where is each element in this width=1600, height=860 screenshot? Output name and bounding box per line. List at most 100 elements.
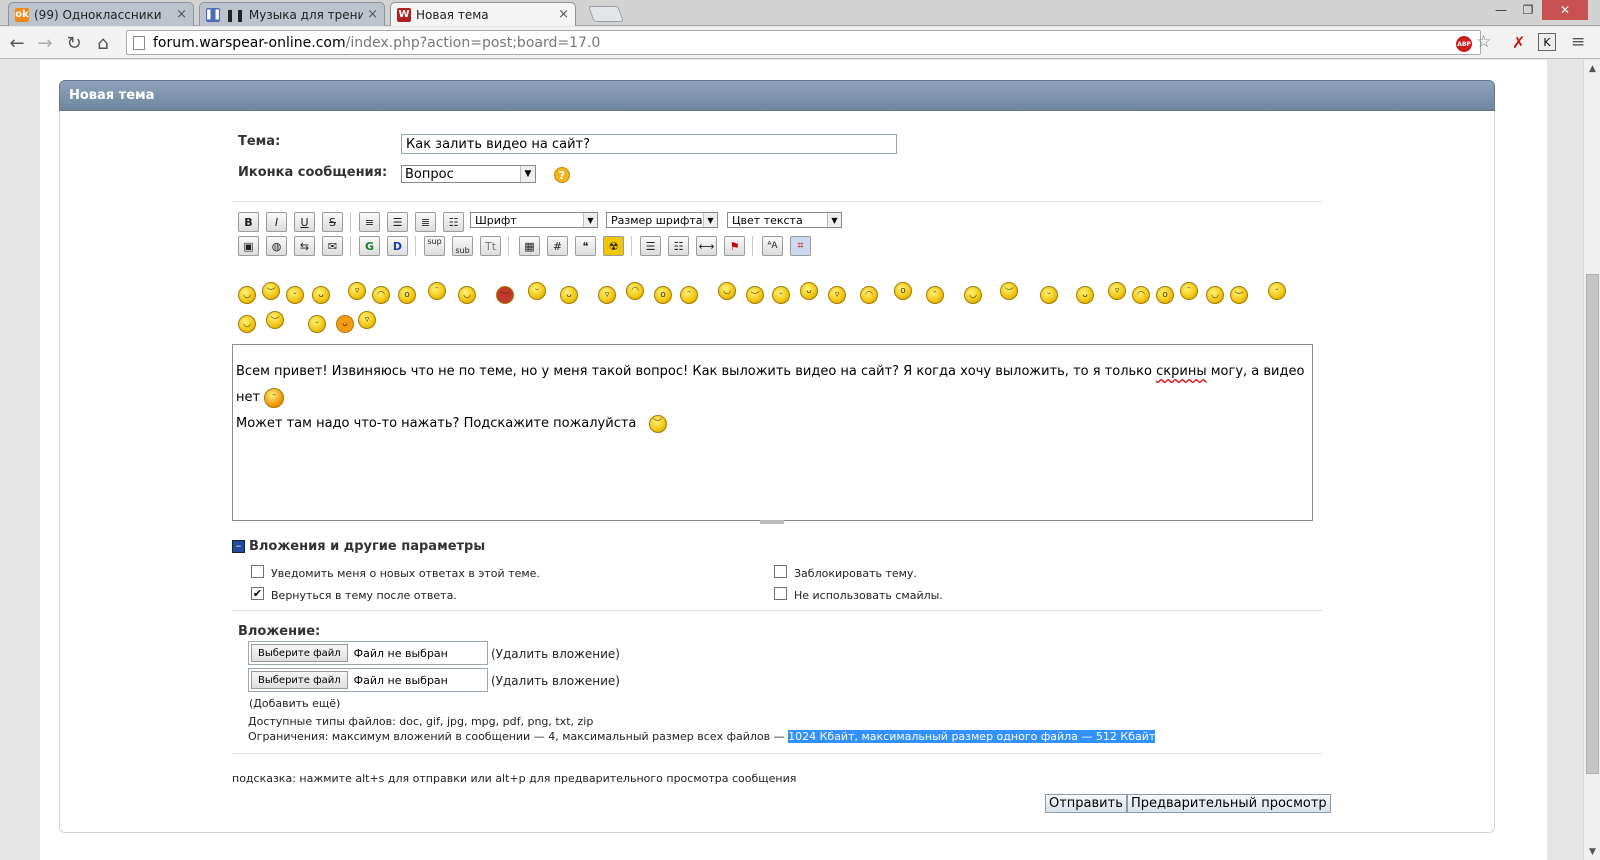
text-color-select[interactable]: Цвет текста ▼ (727, 212, 842, 228)
smiley-icon[interactable]: ◠ (372, 286, 390, 304)
quote-button[interactable]: ❝ (575, 236, 596, 256)
italic-button[interactable]: I (266, 212, 287, 232)
smiley-icon[interactable]: o (894, 282, 912, 300)
smiley-icon[interactable]: ◡ (458, 286, 476, 304)
remove-attachment-link[interactable]: (Удалить вложение) (491, 647, 620, 661)
menu-icon[interactable]: ≡ (1571, 32, 1585, 52)
align-left-button[interactable]: ☰ (387, 212, 408, 232)
smiley-icon[interactable]: ᵕ (286, 286, 304, 304)
address-bar[interactable]: forum.warspear-online.com /index.php?act… (126, 30, 1481, 55)
toggle-view-button[interactable]: ⌗ (790, 236, 811, 256)
shadow-button[interactable]: D (387, 236, 408, 256)
adblock-icon[interactable]: ABP (1456, 36, 1472, 52)
smiley-icon[interactable]: ◡ (1206, 286, 1224, 304)
restore-button[interactable]: ❐ (1515, 0, 1541, 20)
reload-icon[interactable]: ↻ (61, 31, 87, 55)
remove-attachment-link[interactable]: (Удалить вложение) (491, 674, 620, 688)
smiley-icon[interactable]: ◡ (718, 282, 736, 300)
email-button[interactable]: ✉ (322, 236, 343, 256)
home-icon[interactable]: ⌂ (90, 31, 116, 55)
subject-input[interactable]: Как залить видео на сайт? (401, 134, 897, 154)
smiley-icon[interactable]: ▿ (598, 286, 616, 304)
smiley-icon[interactable]: ︶ (746, 286, 764, 304)
smiley-icon[interactable]: ᵔ (1180, 282, 1198, 300)
smiley-icon[interactable]: ᴗ (336, 315, 354, 333)
smiley-icon[interactable]: ᵕ (528, 282, 546, 300)
code-button[interactable]: # (547, 236, 568, 256)
smiley-icon[interactable]: ᵕ (1040, 286, 1058, 304)
lock-checkbox[interactable] (774, 565, 787, 578)
smiley-icon[interactable]: ◠ (1132, 286, 1150, 304)
flash-button[interactable]: ▣ (238, 236, 259, 256)
font-face-button[interactable]: ᴬA (762, 236, 783, 256)
horizontal-rule-button[interactable]: ⟷ (696, 236, 717, 256)
smiley-icon[interactable]: ◡ (238, 286, 256, 304)
scroll-thumb[interactable] (1586, 274, 1599, 774)
bold-button[interactable]: B (238, 212, 259, 232)
extension-icon[interactable]: ✗ (1512, 33, 1525, 52)
underline-button[interactable]: U (294, 212, 315, 232)
smiley-icon[interactable]: ᴗ (560, 286, 578, 304)
smiley-icon[interactable]: ᴗ (800, 282, 818, 300)
back-icon[interactable]: ← (4, 31, 30, 55)
move-button[interactable]: ⚑ (724, 236, 745, 256)
choose-file-button[interactable]: Выберите файл (251, 671, 348, 689)
add-more-link[interactable]: (Добавить ещё) (249, 697, 340, 710)
smiley-icon[interactable]: ︶ (1230, 286, 1248, 304)
pre-button[interactable]: ≡ (359, 212, 380, 232)
smiley-icon[interactable]: ᴗ (1076, 286, 1094, 304)
smiley-icon[interactable]: ▿ (358, 311, 376, 329)
tab-new-topic[interactable]: W Новая тема × (390, 2, 576, 26)
smiley-icon[interactable]: ︶ (266, 311, 284, 329)
ordered-list-button[interactable]: ☷ (668, 236, 689, 256)
preview-button[interactable]: Предварительный просмотр (1127, 794, 1331, 813)
smiley-icon[interactable]: ▿ (1108, 282, 1126, 300)
extension-k-icon[interactable]: K (1538, 33, 1556, 51)
submit-button[interactable]: Отправить (1045, 794, 1127, 813)
scrollbar[interactable]: ▲ ▼ (1583, 60, 1600, 860)
choose-file-button[interactable]: Выберите файл (251, 644, 348, 662)
smiley-icon[interactable]: ◡ (964, 286, 982, 304)
bookmark-star-icon[interactable]: ☆ (1476, 32, 1491, 52)
smiley-icon[interactable]: ▿ (348, 282, 366, 300)
smiley-icon[interactable]: ◠ (626, 282, 644, 300)
smiley-icon[interactable]: ︶ (262, 282, 280, 300)
superscript-button[interactable]: sup (424, 236, 445, 256)
tab-music[interactable]: ❚❚ ❚❚ Музыка для трениров × (199, 2, 385, 26)
font-size-select[interactable]: Размер шрифта ▼ (606, 212, 718, 228)
smiley-icon[interactable]: ▿ (828, 286, 846, 304)
message-icon-select[interactable]: Вопрос ▼ (401, 165, 536, 183)
glow-button[interactable]: G (359, 236, 380, 256)
table-button[interactable]: ▦ (519, 236, 540, 256)
bullet-list-button[interactable]: ☰ (640, 236, 661, 256)
strike-button[interactable]: S (322, 212, 343, 232)
file-input[interactable]: Выберите файл Файл не выбран (248, 668, 488, 692)
smiley-icon[interactable]: ᵕ (308, 315, 326, 333)
scroll-down-icon[interactable]: ▼ (1584, 843, 1600, 860)
link-button[interactable]: ⇆ (294, 236, 315, 256)
tab-odnoklassniki[interactable]: ok (99) Одноклассники × (8, 2, 194, 26)
minimize-button[interactable]: — (1488, 0, 1514, 20)
smiley-icon[interactable]: o (654, 286, 672, 304)
align-center-button[interactable]: ≣ (415, 212, 436, 232)
close-icon[interactable]: × (176, 7, 187, 22)
smiley-icon[interactable]: ᵔ (926, 286, 944, 304)
smiley-icon[interactable]: o (398, 286, 416, 304)
smiley-icon[interactable]: ᵕ (1268, 282, 1286, 300)
close-icon[interactable]: × (367, 7, 378, 22)
file-input[interactable]: Выберите файл Файл не выбран (248, 641, 488, 665)
font-select[interactable]: Шрифт ▼ (470, 212, 598, 228)
close-icon[interactable]: × (558, 7, 569, 22)
radiation-icon[interactable]: ☢ (603, 236, 624, 256)
smiley-icon[interactable]: ᴗ (312, 286, 330, 304)
smiley-icon[interactable]: ᵕ (772, 286, 790, 304)
message-textarea[interactable]: Всем привет! Извиняюсь что не по теме, н… (232, 344, 1313, 521)
smiley-icon[interactable]: ︶ (496, 286, 514, 304)
help-icon[interactable]: ? (554, 167, 570, 183)
scroll-up-icon[interactable]: ▲ (1584, 60, 1600, 77)
smiley-icon[interactable]: o (1156, 286, 1174, 304)
close-window-button[interactable]: ✕ (1542, 0, 1588, 20)
return-checkbox[interactable]: ✔ (251, 587, 264, 600)
new-tab-button[interactable] (588, 6, 624, 22)
smiley-icon[interactable]: ︶ (1000, 282, 1018, 300)
